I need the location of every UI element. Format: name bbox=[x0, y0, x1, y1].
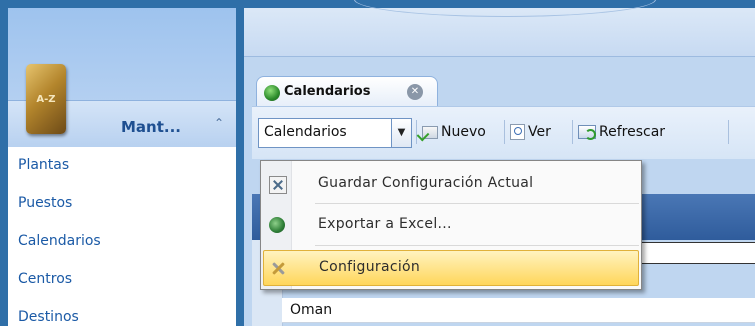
refresh-icon bbox=[578, 125, 596, 140]
toolbar: Calendarios ▼ Nuevo Ver Refrescar bbox=[252, 106, 755, 159]
refresh-button[interactable]: Refrescar bbox=[578, 121, 665, 143]
tools-icon bbox=[270, 260, 286, 276]
menu-item-label: Guardar Configuración Actual bbox=[318, 175, 534, 191]
menu-separator bbox=[315, 245, 639, 246]
globe-icon bbox=[264, 85, 280, 101]
menu-item-guardar-configuracion[interactable]: Guardar Configuración Actual bbox=[263, 167, 637, 201]
nav-item-puestos[interactable]: Puestos bbox=[18, 195, 72, 211]
tab-calendarios[interactable]: Calendarios ✕ bbox=[256, 76, 438, 107]
ribbon-decoration bbox=[354, 0, 656, 17]
combo-value: Calendarios bbox=[264, 124, 347, 140]
toolbar-separator bbox=[504, 120, 505, 144]
toolbar-separator bbox=[728, 120, 729, 144]
view-selector-combo[interactable]: Calendarios ▼ bbox=[258, 118, 412, 148]
app-window: A-Z Mant... ⌃ Plantas Puestos Calendario… bbox=[0, 0, 755, 326]
nav-item-centros[interactable]: Centros bbox=[18, 271, 72, 287]
menu-item-configuracion[interactable]: Configuración bbox=[263, 250, 639, 286]
view-button-label: Ver bbox=[528, 124, 551, 140]
menu-item-exportar-excel[interactable]: Exportar a Excel... bbox=[263, 208, 637, 242]
new-button-label: Nuevo bbox=[441, 124, 486, 140]
view-button[interactable]: Ver bbox=[510, 121, 551, 143]
navigation-pane: A-Z Mant... ⌃ Plantas Puestos Calendario… bbox=[8, 8, 236, 326]
menu-item-label: Configuración bbox=[319, 259, 421, 275]
chevron-down-icon[interactable]: ▼ bbox=[391, 119, 411, 147]
row-cell: Oman bbox=[290, 302, 333, 318]
table-row[interactable]: Oman bbox=[282, 298, 755, 323]
ribbon bbox=[244, 0, 755, 57]
close-icon[interactable]: ✕ bbox=[407, 84, 423, 100]
nav-item-calendarios[interactable]: Calendarios bbox=[18, 233, 101, 249]
new-button[interactable]: Nuevo bbox=[422, 121, 486, 143]
excel-export-icon bbox=[269, 217, 285, 233]
magnifier-icon bbox=[510, 124, 525, 140]
nav-item-destinos[interactable]: Destinos bbox=[18, 309, 79, 325]
nav-item-plantas[interactable]: Plantas bbox=[18, 157, 69, 173]
new-document-icon bbox=[422, 125, 438, 139]
toolbar-separator bbox=[572, 120, 573, 144]
az-book-icon: A-Z bbox=[26, 64, 66, 134]
tab-label: Calendarios bbox=[284, 84, 371, 99]
refresh-button-label: Refrescar bbox=[599, 124, 666, 140]
menu-separator bbox=[315, 203, 639, 204]
save-config-icon bbox=[269, 176, 287, 194]
menu-item-label: Exportar a Excel... bbox=[318, 216, 452, 232]
book-text: A-Z bbox=[36, 93, 56, 105]
nav-group-title[interactable]: Mant... bbox=[121, 118, 181, 136]
double-chevron-up-icon[interactable]: ⌃ bbox=[214, 116, 224, 130]
nav-list: Plantas Puestos Calendarios Centros Dest… bbox=[8, 147, 236, 326]
toolbar-separator bbox=[416, 120, 417, 144]
options-menu: Guardar Configuración Actual Exportar a … bbox=[260, 160, 642, 290]
